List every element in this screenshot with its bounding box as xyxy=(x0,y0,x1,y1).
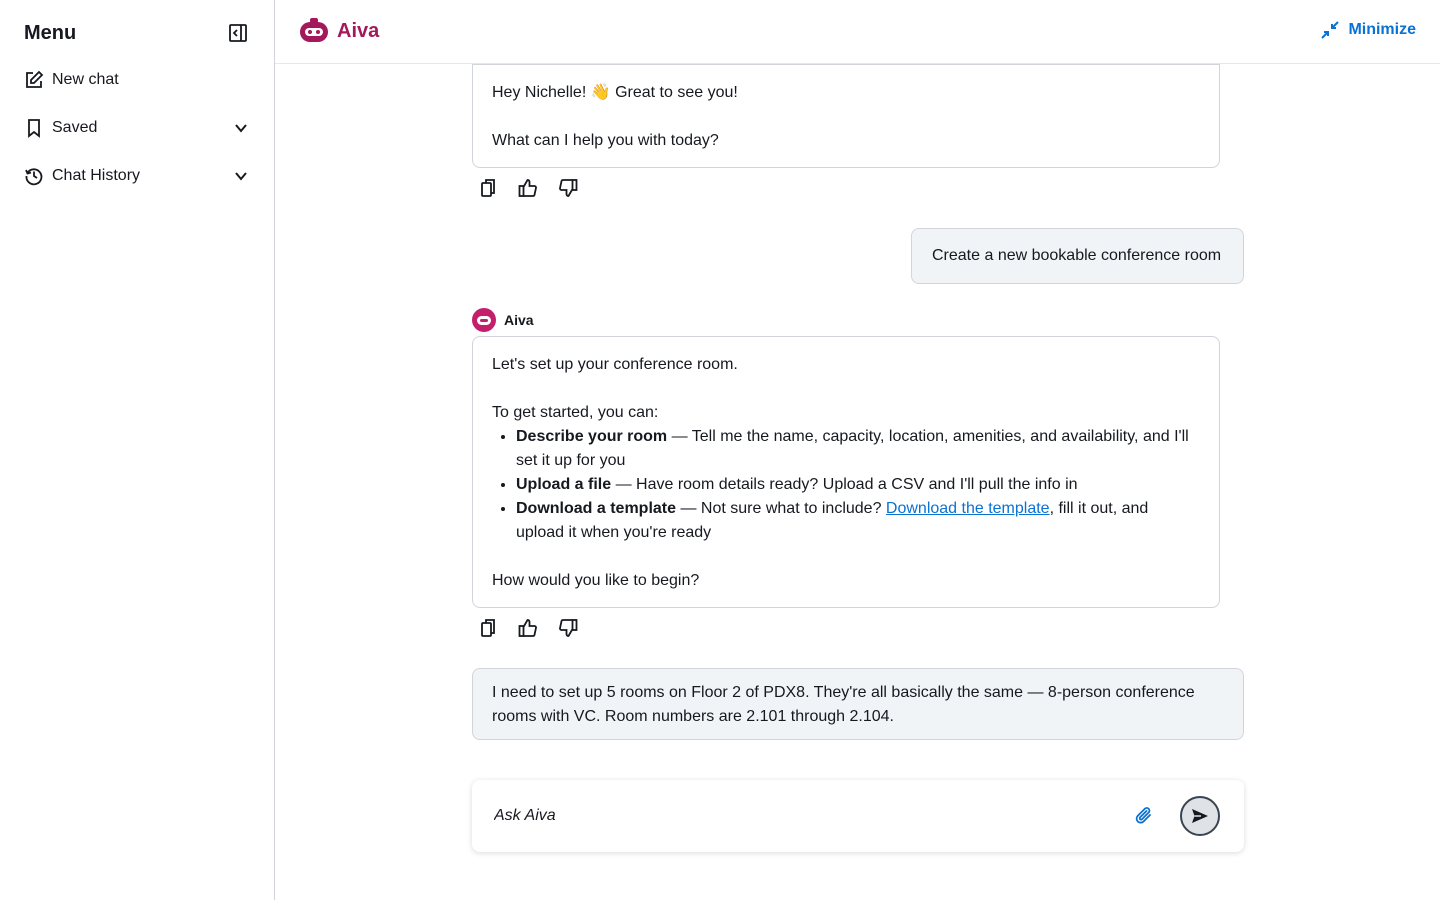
option-title: Upload a file xyxy=(516,476,612,493)
copy-icon[interactable] xyxy=(476,176,500,200)
message-text: How would you like to begin? xyxy=(492,572,700,589)
user-message: Create a new bookable conference room xyxy=(911,228,1244,284)
sidebar-item-saved[interactable]: Saved xyxy=(24,114,250,142)
chevron-down-icon[interactable] xyxy=(232,119,250,137)
message-actions xyxy=(476,176,580,200)
bot-message-reply: Let's set up your conference room. To ge… xyxy=(472,336,1220,608)
sidebar-item-chat-history[interactable]: Chat History xyxy=(24,162,250,190)
sidebar-item-new-chat[interactable]: New chat xyxy=(24,66,250,94)
send-icon xyxy=(1192,809,1208,823)
sidebar: Menu New chat Saved Chat History xyxy=(0,0,275,900)
thumbs-down-icon[interactable] xyxy=(556,616,580,640)
history-icon xyxy=(24,166,44,186)
menu-title: Menu xyxy=(24,21,77,44)
bot-name: Aiva xyxy=(504,312,534,328)
minimize-button[interactable]: Minimize xyxy=(1320,20,1416,40)
list-item: Download a template — Not sure what to i… xyxy=(516,497,1200,545)
list-item: Upload a file — Have room details ready?… xyxy=(516,473,1200,497)
user-message: I need to set up 5 rooms on Floor 2 of P… xyxy=(472,668,1244,740)
message-text: Hey Nichelle! 👋 Great to see you! xyxy=(492,84,738,101)
sidebar-item-label: New chat xyxy=(52,71,119,88)
message-actions xyxy=(476,616,580,640)
message-text: Create a new bookable conference room xyxy=(932,247,1222,264)
thumbs-up-icon[interactable] xyxy=(516,616,540,640)
bot-message-greeting: Hey Nichelle! 👋 Great to see you! What c… xyxy=(472,64,1220,168)
bot-label: Aiva xyxy=(472,308,534,332)
message-text: Let's set up your conference room. xyxy=(492,356,738,373)
option-text: — Have room details ready? Upload a CSV … xyxy=(611,476,1078,493)
bookmark-icon xyxy=(24,118,44,138)
message-text: I need to set up 5 rooms on Floor 2 of P… xyxy=(492,684,1195,725)
edit-icon xyxy=(24,70,44,90)
thumbs-up-icon[interactable] xyxy=(516,176,540,200)
minimize-arrows-icon xyxy=(1320,20,1340,40)
option-text: — Not sure what to include? xyxy=(676,500,886,517)
copy-icon[interactable] xyxy=(476,616,500,640)
message-text: What can I help you with today? xyxy=(492,132,719,149)
brand: Aiva xyxy=(299,18,379,44)
robot-logo-icon xyxy=(299,18,329,44)
collapse-sidebar-icon[interactable] xyxy=(226,21,250,45)
brand-name: Aiva xyxy=(337,19,380,42)
sidebar-header: Menu xyxy=(24,19,250,47)
chat-input[interactable] xyxy=(494,804,1114,828)
option-title: Describe your room xyxy=(516,428,668,445)
attach-icon[interactable] xyxy=(1132,804,1156,828)
sidebar-item-label: Chat History xyxy=(52,167,141,184)
message-text: To get started, you can: xyxy=(492,404,659,421)
list-item: Describe your room — Tell me the name, c… xyxy=(516,425,1200,473)
options-list: Describe your room — Tell me the name, c… xyxy=(492,425,1200,545)
minimize-label: Minimize xyxy=(1348,21,1416,38)
chevron-down-icon[interactable] xyxy=(232,167,250,185)
option-title: Download a template xyxy=(516,500,677,517)
thumbs-down-icon[interactable] xyxy=(556,176,580,200)
top-bar: Aiva Minimize xyxy=(275,0,1440,64)
send-button[interactable] xyxy=(1180,796,1220,836)
chat-composer xyxy=(472,780,1244,852)
download-template-link[interactable]: Download the template xyxy=(886,500,1050,517)
sidebar-item-label: Saved xyxy=(52,119,98,136)
bot-avatar-icon xyxy=(472,308,496,332)
